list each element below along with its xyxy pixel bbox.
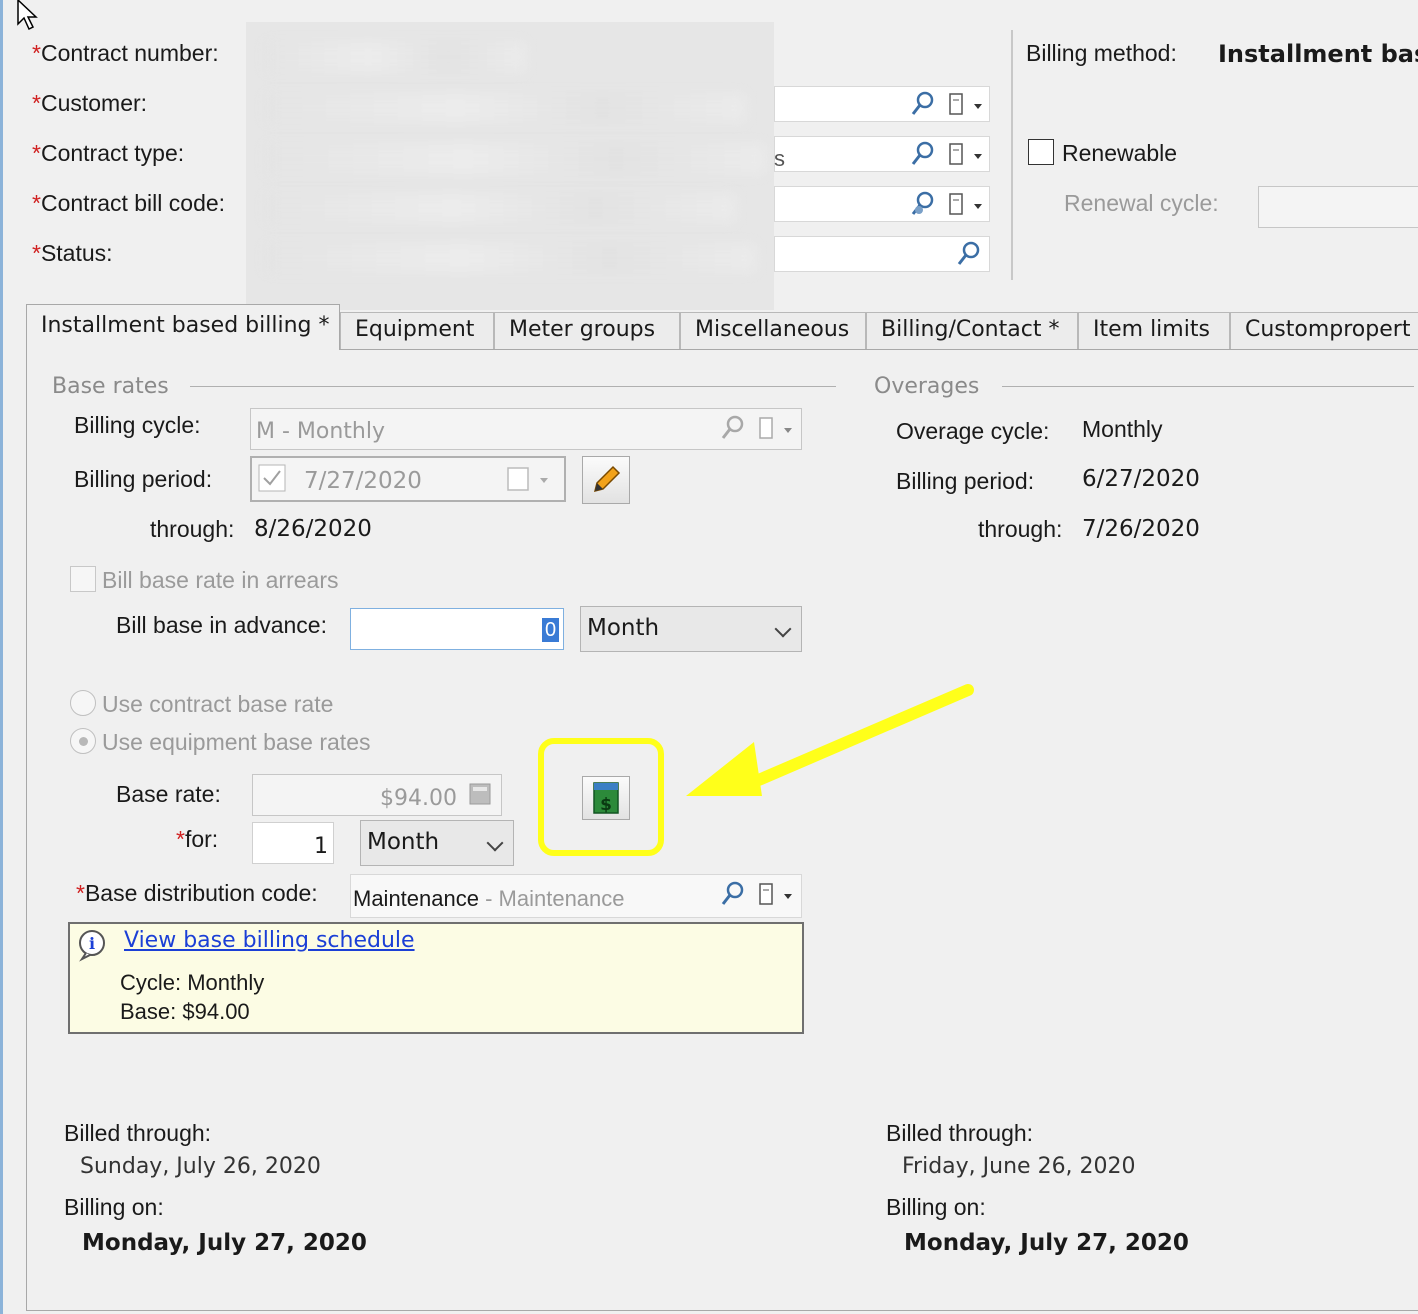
overage-billed-through-label: Billed through: — [886, 1120, 1034, 1146]
renewal-cycle-label: Renewal cycle: — [1064, 190, 1219, 216]
overage-through-value: 7/26/2020 — [1082, 516, 1200, 542]
overage-billing-on-label: Billing on: — [886, 1194, 986, 1220]
billing-cycle-search-icon — [721, 415, 744, 439]
view-billing-schedule-link[interactable]: View base billing schedule — [124, 928, 415, 953]
schedule-cycle: Cycle: Monthly — [120, 970, 265, 995]
base-billed-through-value: Sunday, July 26, 2020 — [80, 1154, 321, 1179]
tab-meter-groups[interactable]: Meter groups — [494, 312, 680, 350]
pencil-icon — [593, 465, 621, 493]
bill-arrears-label: Bill base rate in arrears — [102, 567, 339, 593]
bill-advance-value: 0 — [542, 618, 560, 642]
base-billing-on-label: Billing on: — [64, 1194, 164, 1220]
overage-cycle-value: Monthly — [1082, 416, 1163, 442]
redacted-region — [246, 22, 774, 310]
svg-text:$: $ — [600, 795, 612, 815]
distribution-desc: - Maintenance — [478, 886, 625, 911]
contract-bill-code-search-icon[interactable] — [910, 190, 936, 218]
schedule-base: Base: $94.00 — [120, 999, 250, 1024]
through-label: through: — [150, 516, 235, 542]
base-billing-on-value: Monday, July 27, 2020 — [82, 1230, 367, 1256]
status-label: *Status: — [32, 240, 113, 266]
contract-type-tail: s — [774, 146, 785, 171]
bill-advance-input[interactable] — [350, 608, 564, 650]
chevron-down-icon — [486, 834, 504, 852]
billing-cycle-label: Billing cycle: — [74, 412, 201, 438]
contract-bill-code-dropdown-icon[interactable] — [946, 192, 984, 218]
distribution-search-icon[interactable] — [720, 880, 746, 908]
tab-installment-based-billing[interactable]: Installment based billing * — [26, 304, 340, 350]
use-equipment-rates-radio — [70, 728, 96, 754]
contract-type-dropdown-icon[interactable] — [946, 142, 984, 168]
overages-divider — [1002, 386, 1414, 387]
base-rate-value: $94.00 — [380, 786, 457, 811]
for-value: 1 — [314, 834, 328, 859]
tab-custom-properties[interactable]: Custompropert — [1230, 312, 1418, 350]
tab-item-limits[interactable]: Item limits — [1078, 312, 1230, 350]
overage-cycle-label: Overage cycle: — [896, 418, 1050, 444]
overage-billed-through-value: Friday, June 26, 2020 — [902, 1154, 1136, 1179]
for-unit-select[interactable]: Month — [360, 820, 514, 866]
renewal-cycle-field — [1258, 186, 1418, 228]
header-separator — [1011, 30, 1013, 280]
info-icon: i — [79, 930, 105, 962]
customer-label: *Customer: — [32, 90, 148, 116]
contract-bill-code-label: *Contract bill code: — [32, 190, 226, 216]
customer-dropdown-icon[interactable] — [946, 92, 984, 118]
base-rate-schedule-button[interactable]: $ — [582, 776, 630, 820]
distribution-dropdown-icon[interactable] — [756, 882, 794, 908]
bill-advance-unit-value: Month — [587, 615, 660, 641]
edit-billing-period-button[interactable] — [582, 456, 630, 504]
for-label: *for: — [176, 826, 219, 852]
contract-number-label: *Contract number: — [32, 40, 219, 66]
annotation-arrow — [686, 684, 974, 796]
calculator-icon — [469, 783, 491, 805]
billing-method-label: Billing method: — [1026, 40, 1177, 66]
bill-arrears-checkbox — [70, 566, 96, 592]
tab-miscellaneous[interactable]: Miscellaneous — [680, 312, 866, 350]
window-edge — [0, 0, 3, 1314]
base-rate-label: Base rate: — [116, 781, 221, 807]
contract-type-search-icon[interactable] — [910, 140, 936, 168]
bill-advance-unit-select[interactable]: Month — [580, 606, 802, 652]
contract-type-label: *Contract type: — [32, 140, 185, 166]
chevron-down-icon — [774, 620, 792, 638]
customer-search-icon[interactable] — [910, 90, 936, 118]
use-contract-rate-label: Use contract base rate — [102, 691, 334, 717]
base-billed-through-label: Billed through: — [64, 1120, 212, 1146]
use-contract-rate-radio — [70, 690, 96, 716]
billing-cycle-value: M - Monthly — [256, 419, 385, 444]
bill-advance-label: Bill base in advance: — [116, 612, 327, 638]
overage-billing-on-value: Monday, July 27, 2020 — [904, 1230, 1189, 1256]
billing-period-check-icon — [258, 464, 286, 492]
renewable-label: Renewable — [1062, 140, 1178, 166]
tab-equipment[interactable]: Equipment — [340, 312, 494, 350]
distribution-value: Maintenance - Maintenance — [353, 886, 625, 912]
billing-period-label: Billing period: — [74, 466, 213, 492]
through-value: 8/26/2020 — [254, 516, 372, 542]
base-rates-group-label: Base rates — [52, 374, 169, 399]
svg-text:i: i — [89, 934, 95, 953]
status-search-icon[interactable] — [956, 240, 982, 268]
base-rate-field — [252, 774, 502, 816]
for-unit-value: Month — [367, 829, 440, 855]
billing-schedule-info: i View base billing schedule Cycle: Mont… — [68, 922, 804, 1034]
base-rates-divider — [190, 386, 836, 387]
billing-period-value: 7/27/2020 — [304, 468, 422, 494]
mouse-cursor-icon — [17, 0, 38, 31]
use-equipment-rates-label: Use equipment base rates — [102, 729, 371, 755]
calendar-dropdown-icon — [507, 467, 548, 491]
overage-through-label: through: — [978, 516, 1063, 542]
overage-billing-period-label: Billing period: — [896, 468, 1035, 494]
distribution-code: Maintenance — [353, 886, 479, 911]
billing-method-value: Installment base — [1218, 40, 1418, 68]
renewable-checkbox[interactable] — [1028, 139, 1054, 165]
tab-billing-contact[interactable]: Billing/Contact * — [866, 312, 1078, 350]
overage-billing-period-value: 6/27/2020 — [1082, 466, 1200, 492]
money-calendar-icon: $ — [593, 782, 619, 815]
distribution-label: *Base distribution code: — [76, 880, 318, 906]
overages-group-label: Overages — [874, 374, 980, 399]
billing-cycle-dropdown-icon — [759, 417, 792, 439]
